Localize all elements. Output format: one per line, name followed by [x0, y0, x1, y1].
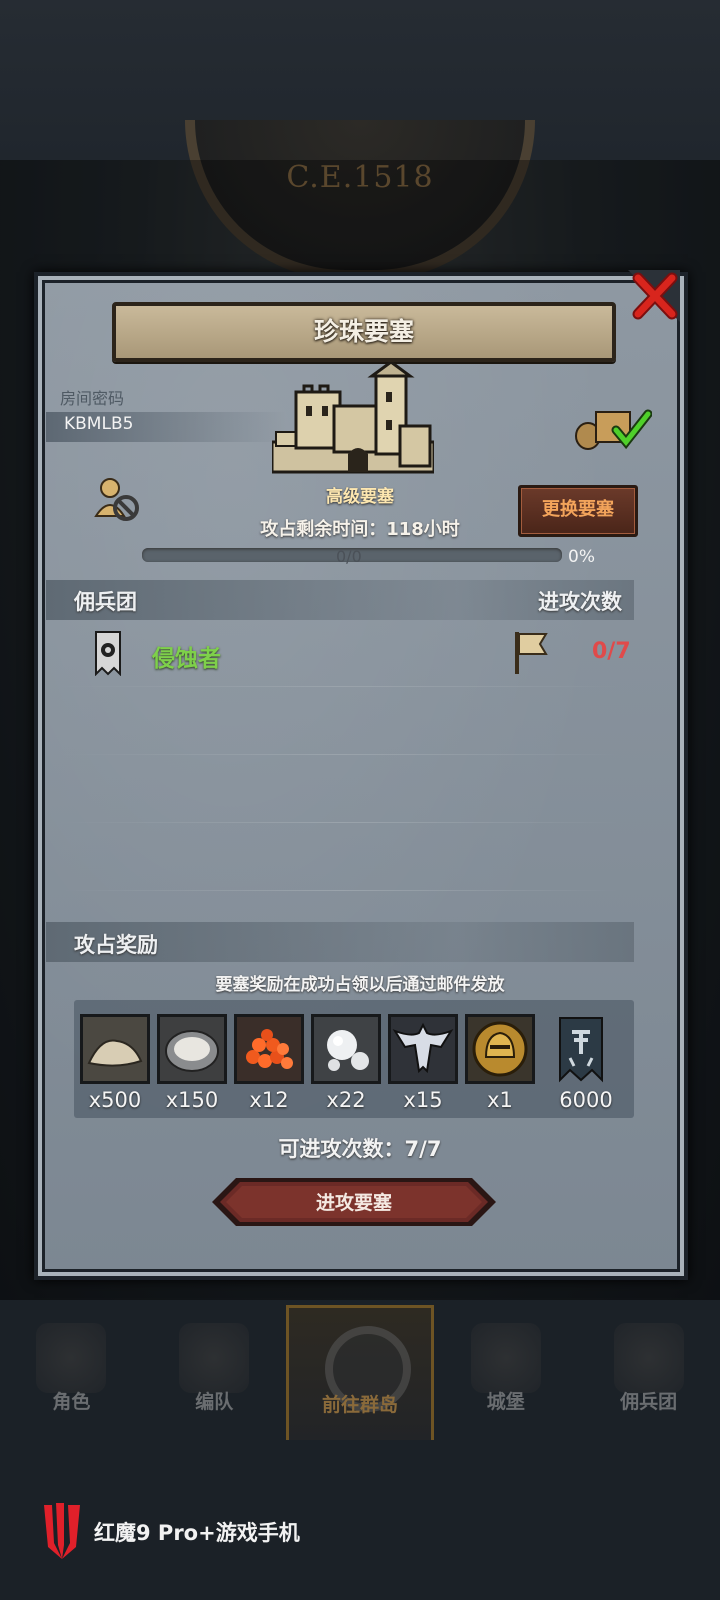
supply-check-icon	[575, 409, 652, 450]
reward-qty: x500	[88, 1088, 142, 1112]
reward-item[interactable]	[311, 1014, 381, 1084]
oyster-icon	[160, 1017, 224, 1081]
helmet-coin-icon	[468, 1017, 532, 1081]
roe-icon	[237, 1017, 301, 1081]
mercenary-attack-count: 0/7	[592, 639, 631, 664]
list-divider	[60, 686, 620, 687]
reward-item[interactable]	[157, 1014, 227, 1084]
time-remaining: 攻占剩余时间：118小时	[260, 519, 460, 540]
red-magic-logo-icon	[44, 1503, 80, 1559]
room-password-value: KBMLB5	[64, 414, 134, 434]
reward-qty: x15	[403, 1088, 443, 1112]
reward-note: 要塞奖励在成功占领以后通过邮件发放	[215, 975, 505, 995]
nav-label: 编队	[195, 1391, 234, 1413]
character-icon	[36, 1323, 107, 1393]
reward-item[interactable]	[465, 1014, 535, 1084]
mercenary-nav-icon	[613, 1323, 684, 1393]
reward-qty: x150	[165, 1088, 219, 1112]
mercenary-name: 侵蚀者	[152, 646, 221, 672]
close-button[interactable]	[628, 270, 680, 322]
bottom-nav: 角色 编队 前往群岛 城堡 佣兵团	[0, 1305, 720, 1440]
attack-button-label: 进攻要塞	[315, 1192, 392, 1214]
nav-item-castle[interactable]: 城堡	[434, 1305, 577, 1440]
reward-qty: x12	[249, 1088, 289, 1112]
room-password-label: 房间密码	[60, 389, 125, 408]
nav-label: 城堡	[486, 1391, 525, 1413]
close-icon	[628, 270, 680, 322]
nav-item-formation[interactable]: 编队	[143, 1305, 286, 1440]
sand-icon	[83, 1017, 147, 1081]
device-watermark: 红魔9 Pro+游戏手机	[40, 1502, 300, 1562]
device-brand-text: 红魔9 Pro+游戏手机	[94, 1521, 300, 1545]
nav-item-mercenary[interactable]: 佣兵团	[577, 1305, 720, 1440]
dialog-title: 珍珠要塞	[112, 302, 616, 362]
mercenary-banner-icon	[95, 631, 121, 676]
attack-flag-icon	[515, 632, 548, 674]
mercenary-header-label: 佣兵团	[74, 590, 137, 614]
nav-label: 角色	[52, 1391, 91, 1413]
banner-icon	[559, 1017, 603, 1083]
pearl-icon	[314, 1017, 378, 1081]
progress-percent: 0%	[568, 547, 595, 567]
list-divider	[60, 822, 620, 823]
list-divider	[60, 890, 620, 891]
nav-item-islands[interactable]: 前往群岛	[285, 1305, 435, 1440]
nav-item-character[interactable]: 角色	[0, 1305, 143, 1440]
wing-emblem-icon	[391, 1017, 455, 1081]
reward-item[interactable]	[234, 1014, 304, 1084]
attack-times-header-label: 进攻次数	[538, 590, 622, 614]
nav-label: 前往群岛	[321, 1394, 398, 1416]
progress-count: 0/0	[336, 547, 362, 566]
reward-qty: x22	[326, 1088, 366, 1112]
formation-icon	[179, 1323, 250, 1393]
attack-fortress-button[interactable]: 进攻要塞	[212, 1176, 496, 1228]
rewards-header-label: 攻占奖励	[74, 933, 158, 957]
attack-count: 可进攻次数：7/7	[278, 1137, 442, 1161]
list-divider	[60, 754, 620, 755]
castle-nav-icon	[470, 1323, 541, 1393]
reward-item[interactable]	[80, 1014, 150, 1084]
reward-item[interactable]	[546, 1014, 616, 1084]
nav-label: 佣兵团	[620, 1391, 678, 1413]
reward-qty: x1	[487, 1088, 513, 1112]
reward-qty: 6000	[559, 1088, 613, 1112]
castle-icon	[272, 362, 434, 474]
reward-item[interactable]	[388, 1014, 458, 1084]
